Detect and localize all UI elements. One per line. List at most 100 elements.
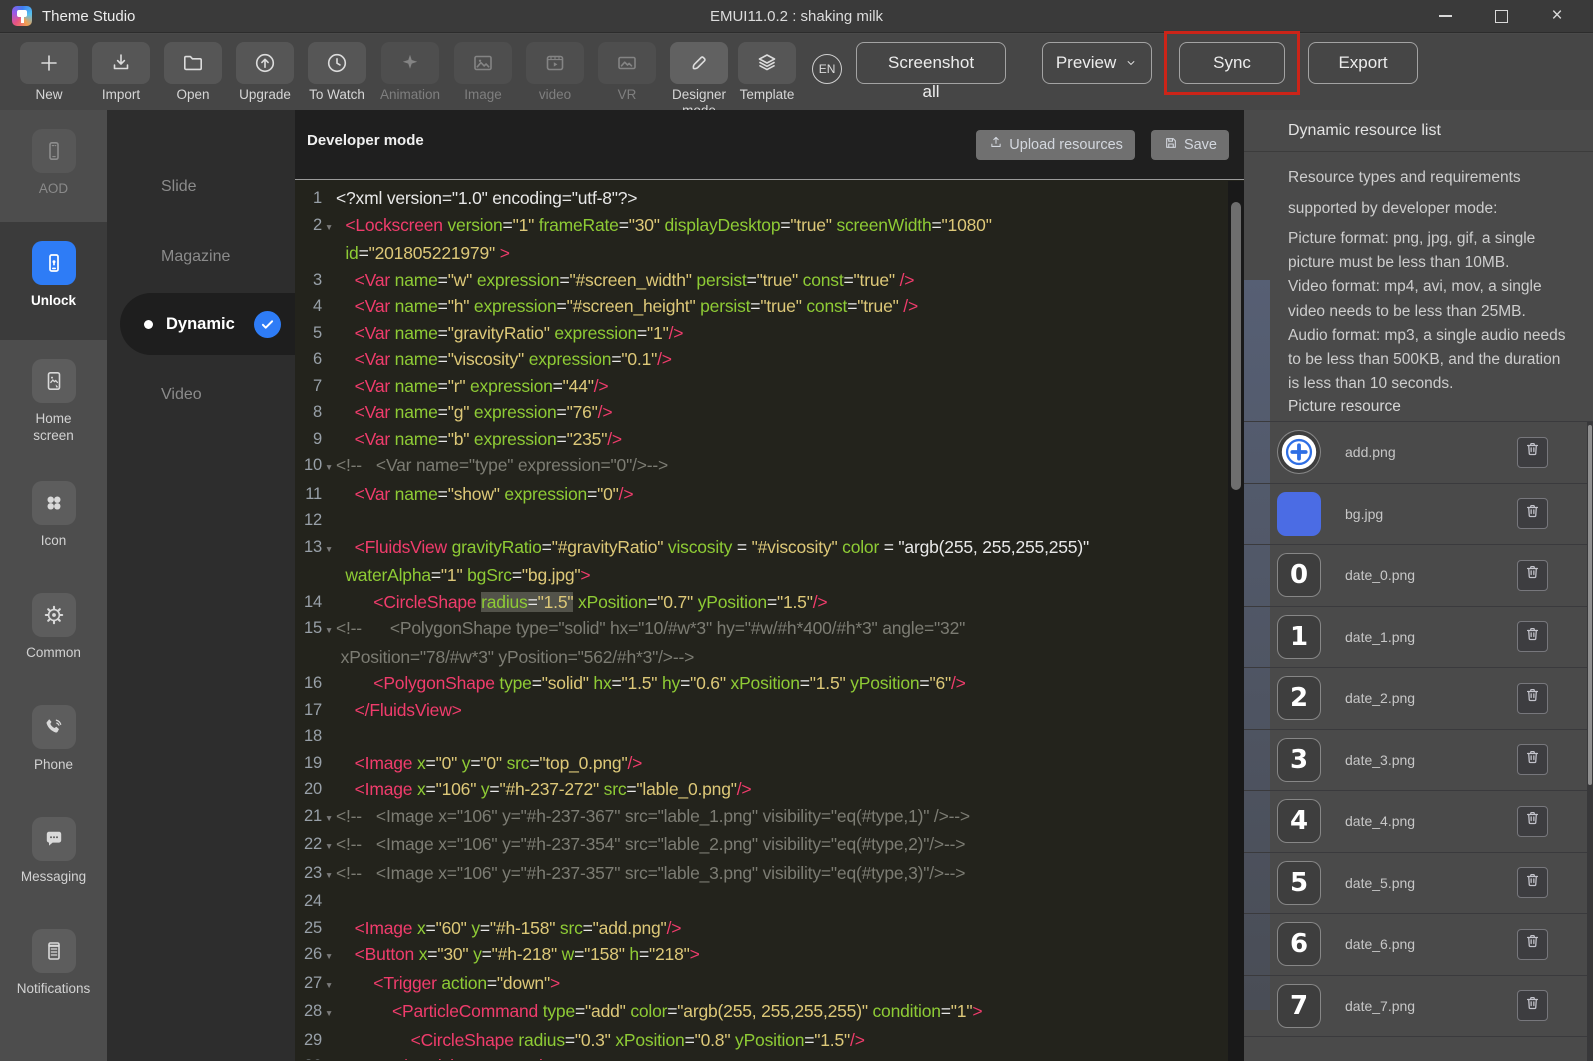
- new-icon: [20, 42, 78, 84]
- sync-button[interactable]: Sync: [1179, 42, 1285, 84]
- sidebar-item-notifications[interactable]: Notifications: [0, 910, 107, 1022]
- fold-arrow-icon[interactable]: ▼: [322, 970, 336, 999]
- delete-resource-button[interactable]: [1517, 744, 1548, 775]
- trash-icon: [1523, 625, 1542, 649]
- fold-arrow-icon[interactable]: ▼: [322, 615, 336, 644]
- fold-spacer: [322, 185, 336, 212]
- line-number: 27: [295, 970, 322, 999]
- code-line-17: 17 </FluidsView>: [295, 697, 1244, 724]
- toolbar-new-button[interactable]: New: [20, 42, 78, 119]
- delete-resource-button[interactable]: [1517, 683, 1548, 714]
- unlock-type-dynamic-label: Dynamic: [166, 315, 235, 334]
- code-text: <Var name="h" expression="#screen_height…: [336, 293, 918, 320]
- toolbar-to-watch-button[interactable]: To Watch: [308, 42, 366, 119]
- fold-spacer: [322, 293, 336, 320]
- code-line-25: 25 <Image x="60" y="#h-158" src="add.png…: [295, 915, 1244, 942]
- code-line-3: 3 <Var name="w" expression="#screen_widt…: [295, 267, 1244, 294]
- digit-thumbnail: 5: [1277, 861, 1321, 905]
- line-number: 6: [295, 346, 322, 373]
- toolbar-open-button[interactable]: Open: [164, 42, 222, 119]
- delete-resource-button[interactable]: [1517, 498, 1548, 529]
- fold-arrow-icon[interactable]: ▼: [322, 452, 336, 481]
- resource-scrollbar-thumb[interactable]: [1588, 425, 1592, 785]
- language-badge[interactable]: EN: [812, 54, 842, 84]
- delete-resource-button[interactable]: [1517, 990, 1548, 1021]
- fold-arrow-icon[interactable]: ▼: [322, 803, 336, 832]
- line-number: 8: [295, 399, 322, 426]
- editor-scrollbar-thumb[interactable]: [1231, 202, 1241, 490]
- fold-arrow-icon[interactable]: ▼: [322, 998, 336, 1027]
- resource-row-date_0-png: 0date_0.png: [1244, 545, 1593, 607]
- toolbar-template-label: Template: [740, 87, 795, 103]
- code-text: <Image x="0" y="0" src="top_0.png"/>: [336, 750, 642, 777]
- fold-arrow-icon[interactable]: ▼: [322, 941, 336, 970]
- maximize-icon[interactable]: [1493, 8, 1509, 24]
- toolbar-template-button[interactable]: Template: [738, 42, 796, 119]
- save-icon: [1163, 135, 1179, 155]
- requirements-format-line: to be less than 500KB, and the duration: [1288, 348, 1585, 372]
- fold-arrow-icon[interactable]: ▼: [322, 212, 336, 241]
- delete-resource-button[interactable]: [1517, 806, 1548, 837]
- fold-spacer: [322, 373, 336, 400]
- digit-thumbnail: 2: [1277, 676, 1321, 720]
- unlock-type-magazine[interactable]: Magazine: [161, 248, 230, 266]
- delete-resource-button[interactable]: [1517, 929, 1548, 960]
- screenshot-all-button[interactable]: Screenshot: [856, 42, 1006, 84]
- designer-mode-icon: [670, 42, 728, 84]
- resource-filename: date_1.png: [1345, 629, 1415, 645]
- save-button[interactable]: Save: [1151, 130, 1229, 160]
- close-icon[interactable]: ×: [1549, 8, 1565, 24]
- delete-resource-button[interactable]: [1517, 560, 1548, 591]
- toolbar-new-label: New: [35, 87, 62, 103]
- unlock-type-slide[interactable]: Slide: [161, 178, 197, 196]
- icon-icon: [32, 481, 76, 525]
- editor-header: Developer mode Upload resources Save: [295, 110, 1244, 180]
- line-number: 22: [295, 831, 322, 860]
- app-name: Theme Studio: [42, 8, 135, 25]
- fold-arrow-icon[interactable]: ▼: [322, 860, 336, 889]
- sidebar-item-unlock[interactable]: Unlock: [0, 222, 107, 340]
- sidebar-item-aod[interactable]: AOD: [0, 110, 107, 222]
- code-line-27: 27▼ <Trigger action="down">: [295, 970, 1244, 999]
- resource-filename: date_6.png: [1345, 936, 1415, 952]
- fold-arrow-icon[interactable]: ▼: [322, 534, 336, 563]
- upload-resources-button[interactable]: Upload resources: [976, 130, 1135, 160]
- toolbar-designer-mode-button[interactable]: Designer mode: [670, 42, 728, 119]
- code-text: <Var name="b" expression="235"/>: [336, 426, 622, 453]
- fold-arrow-icon[interactable]: ▼: [322, 831, 336, 860]
- sidebar-item-common[interactable]: Common: [0, 574, 107, 686]
- code-line-29: 29 <CircleShape radius="0.3" xPosition="…: [295, 1027, 1244, 1054]
- digit-thumbnail: 6: [1277, 922, 1321, 966]
- home-screen-icon: [32, 359, 76, 403]
- unlock-type-dynamic-selected[interactable]: Dynamic: [120, 293, 295, 355]
- fold-spacer: [322, 240, 336, 267]
- toolbar-items: New Import Open Upgrade To Watch Animati…: [20, 42, 810, 119]
- delete-resource-button[interactable]: [1517, 867, 1548, 898]
- unlock-type-video[interactable]: Video: [161, 386, 202, 404]
- delete-resource-button[interactable]: [1517, 621, 1548, 652]
- fold-spacer: [322, 1053, 336, 1060]
- preview-button[interactable]: Preview: [1042, 42, 1152, 84]
- editor-scrollbar[interactable]: [1228, 181, 1244, 1061]
- line-number: 9: [295, 426, 322, 453]
- toolbar-import-button[interactable]: Import: [92, 42, 150, 119]
- developer-mode-panel: Developer mode Upload resources Save 1<?…: [295, 110, 1244, 1061]
- requirements-format-line: Video format: mp4, avi, mov, a single: [1288, 275, 1585, 299]
- picture-resource-list: add.png bg.jpg 0date_0.png 1date_1.png 2…: [1244, 421, 1593, 1061]
- resource-filename: date_3.png: [1345, 752, 1415, 768]
- sidebar-item-messaging[interactable]: Messaging: [0, 798, 107, 910]
- delete-resource-button[interactable]: [1517, 437, 1548, 468]
- toolbar-animation-button: Animation: [380, 42, 440, 119]
- export-button[interactable]: Export: [1308, 42, 1418, 84]
- line-number: 14: [295, 589, 322, 616]
- sidebar-item-home-screen[interactable]: Home screen: [0, 340, 107, 462]
- toolbar-upgrade-button[interactable]: Upgrade: [236, 42, 294, 119]
- code-text: <!-- <Var name="type" expression="0"/>--…: [336, 452, 668, 481]
- code-text: <ParticleCommand type="add" color="argb(…: [336, 998, 982, 1027]
- minimize-icon[interactable]: [1437, 8, 1453, 24]
- resource-row-date_7-png: 7date_7.png: [1244, 976, 1593, 1038]
- code-editor[interactable]: 1<?xml version="1.0" encoding="utf-8"?>2…: [295, 180, 1244, 1060]
- sidebar-item-phone[interactable]: Phone: [0, 686, 107, 798]
- window-title: EMUI11.0.2 : shaking milk: [0, 8, 1593, 25]
- sidebar-item-icon[interactable]: Icon: [0, 462, 107, 574]
